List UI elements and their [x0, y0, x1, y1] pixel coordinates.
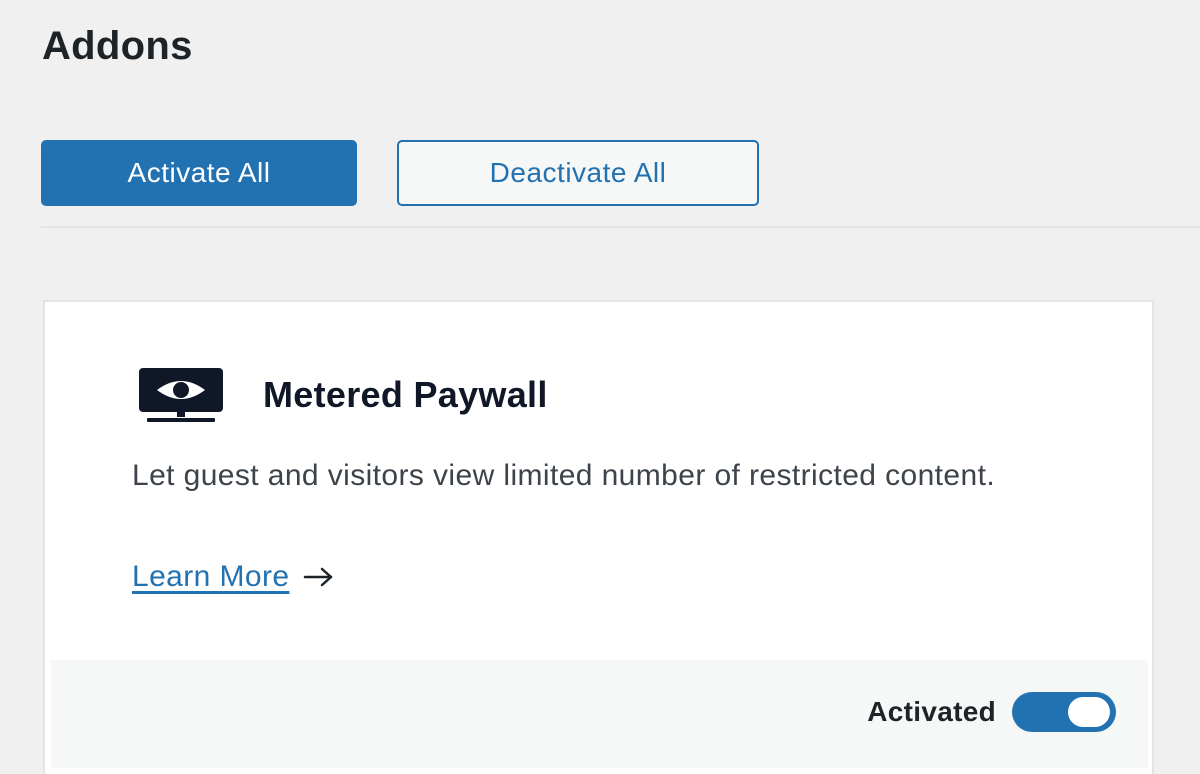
divider: [41, 226, 1200, 228]
activate-all-button[interactable]: Activate All: [41, 140, 357, 206]
bulk-actions: Activate All Deactivate All: [41, 140, 759, 206]
monitor-eye-icon: [139, 368, 223, 422]
addon-title: Metered Paywall: [263, 374, 548, 415]
arrow-right-icon: [304, 567, 333, 587]
toggle-knob: [1068, 697, 1110, 727]
activation-toggle[interactable]: [1012, 692, 1116, 732]
deactivate-all-button[interactable]: Deactivate All: [397, 140, 759, 206]
addon-status: Activated: [867, 692, 1116, 732]
addon-card: Metered Paywall Let guest and visitors v…: [43, 300, 1154, 774]
addons-page: Addons Activate All Deactivate All Meter…: [0, 0, 1200, 774]
status-label: Activated: [867, 696, 996, 727]
learn-more-label[interactable]: Learn More: [132, 560, 289, 594]
page-title: Addons: [42, 24, 193, 68]
addon-card-header: Metered Paywall: [139, 368, 548, 422]
addon-card-footer: Activated: [51, 660, 1148, 768]
addon-description: Let guest and visitors view limited numb…: [132, 459, 996, 492]
learn-more-link[interactable]: Learn More: [132, 560, 335, 594]
